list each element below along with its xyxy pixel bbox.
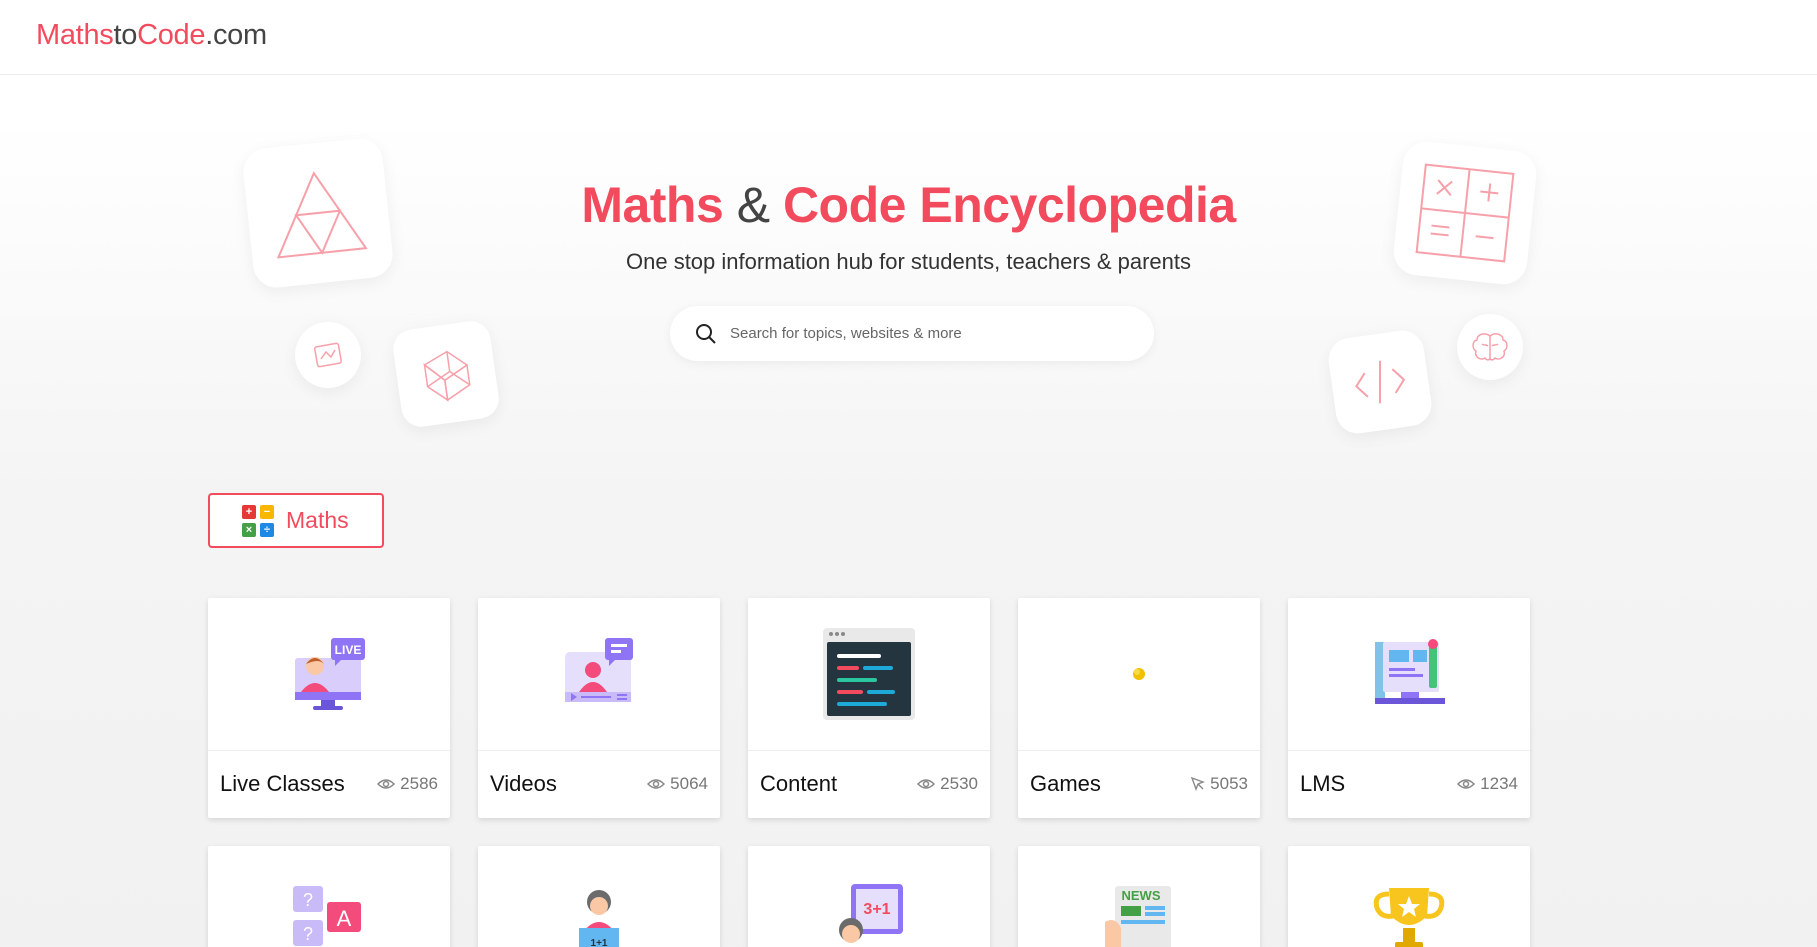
view-count-value: 5064 (670, 774, 708, 793)
click-count: 5053 (1191, 774, 1248, 794)
math-operators-icon: + − × ÷ (242, 504, 274, 537)
eye-icon (377, 779, 396, 789)
hero-title-maths: Maths (581, 177, 724, 233)
click-count-value: 5053 (1210, 774, 1248, 793)
card-title: Content (760, 771, 838, 796)
card-row2-2[interactable]: 1+1 (478, 846, 720, 947)
cube-tile (390, 318, 502, 430)
plus-symbol: + (242, 504, 256, 519)
search-icon (696, 323, 716, 344)
times-symbol: × (242, 522, 256, 537)
quiz-icon: ? A ? (293, 886, 361, 946)
svg-text:?: ? (303, 924, 313, 944)
shape-tile (295, 322, 361, 388)
news-text: NEWS (1122, 888, 1161, 903)
eye-icon (917, 779, 936, 789)
card-content[interactable]: Content 2530 (748, 598, 990, 818)
card-videos[interactable]: Videos 5064 (478, 598, 720, 818)
site-logo[interactable]: MathstoCode.com (36, 19, 267, 52)
card-title: LMS (1300, 771, 1346, 796)
view-count: 5064 (647, 774, 708, 794)
cursor-icon (1191, 777, 1206, 791)
teacher-reading-icon: 1+1 (579, 890, 619, 947)
view-count-value: 2530 (940, 774, 978, 793)
brain-tile (1457, 314, 1523, 380)
search-input[interactable] (730, 325, 1130, 342)
svg-text:A: A (337, 906, 352, 931)
logo-part-domain: .com (205, 19, 267, 51)
cube-icon (423, 350, 471, 402)
logo-part-to: to (113, 19, 138, 51)
view-count-value: 2586 (400, 774, 438, 793)
view-count: 1234 (1457, 774, 1518, 794)
code-screen-icon (823, 628, 915, 720)
card-lms[interactable]: LMS 1234 (1288, 598, 1530, 818)
hero-title: Maths & Code Encyclopedia (0, 176, 1817, 234)
card-title: Videos (490, 771, 557, 796)
card-title: Live Classes (220, 771, 345, 796)
card-row2-5[interactable] (1288, 846, 1530, 947)
eye-icon (1457, 779, 1476, 789)
view-count: 2530 (917, 774, 978, 794)
eye-icon (647, 779, 666, 789)
hero-title-code: Code Encyclopedia (782, 177, 1236, 233)
code-brackets-icon (1355, 360, 1406, 404)
shapes-icon (314, 342, 342, 368)
card-row2-3[interactable]: 3+1 (748, 846, 990, 947)
logo-part-maths: Maths (36, 19, 114, 51)
search-bar[interactable] (670, 306, 1154, 361)
card-live-classes[interactable]: LIVE Live Classes 2586 (208, 598, 450, 818)
card-title: Games (1030, 771, 1101, 796)
minus-symbol: − (260, 504, 274, 519)
card-row2-4[interactable]: NEWS (1018, 846, 1260, 947)
svg-text:1+1: 1+1 (591, 938, 608, 947)
card-games[interactable]: Games 5053 (1018, 598, 1260, 818)
view-count-value: 1234 (1480, 774, 1518, 793)
card-row2-1[interactable]: ? A ? (208, 846, 450, 947)
hero-title-amp: & (736, 177, 770, 233)
news-icon: NEWS (1105, 886, 1171, 947)
video-icon (565, 638, 633, 702)
board-text: 3+1 (863, 901, 890, 918)
hero-subtitle: One stop information hub for students, t… (626, 249, 1191, 274)
maths-category-button[interactable]: + − × ÷ Maths (208, 493, 384, 548)
math-teacher-icon: 3+1 (839, 884, 903, 943)
svg-text:?: ? (303, 890, 313, 910)
brain-icon (1472, 333, 1508, 361)
code-tile (1325, 327, 1435, 437)
top-header: MathstoCode.com (0, 0, 1817, 75)
live-badge-text: LIVE (335, 643, 362, 657)
logo-part-code: Code (137, 19, 206, 51)
divide-symbol: ÷ (260, 522, 274, 537)
lms-monitor-icon (1375, 639, 1445, 704)
maths-category-label: Maths (286, 507, 349, 533)
view-count: 2586 (377, 774, 438, 794)
dot-icon (1133, 668, 1145, 680)
live-class-icon: LIVE (295, 638, 365, 710)
trophy-icon (1373, 888, 1445, 947)
